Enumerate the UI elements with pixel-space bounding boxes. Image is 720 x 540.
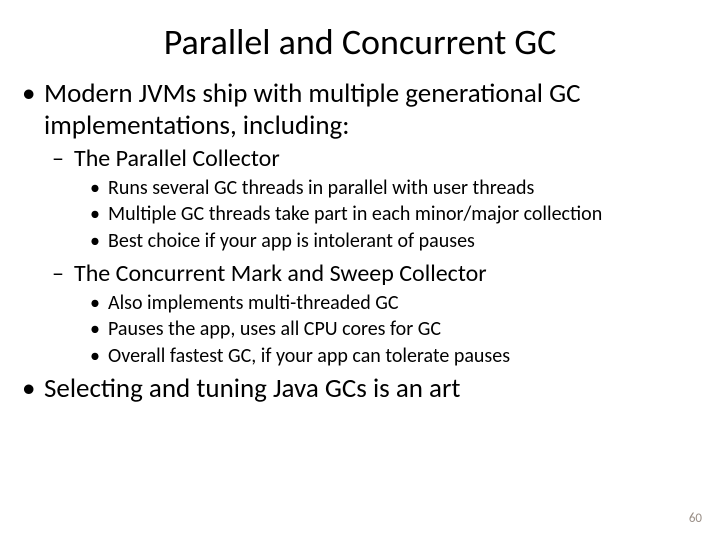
bullet-text: Best choice if your app is intolerant of… [108, 229, 475, 253]
bullet-lvl2: The Concurrent Mark and Sweep Collector … [74, 259, 700, 370]
bullet-text: The Parallel Collector [74, 144, 280, 173]
slide: Parallel and Concurrent GC Modern JVMs s… [0, 0, 720, 540]
bullet-text: The Concurrent Mark and Sweep Collector [74, 259, 487, 288]
bullet-subsublist: Runs several GC threads in parallel with… [74, 176, 700, 255]
bullet-text: Overall fastest GC, if your app can tole… [108, 344, 510, 368]
bullet-sublist: The Parallel Collector Runs several GC t… [44, 144, 700, 370]
bullet-lvl3: Overall fastest GC, if your app can tole… [108, 344, 700, 370]
bullet-lvl1: Selecting and tuning Java GCs is an art [44, 373, 700, 405]
slide-title: Parallel and Concurrent GC [0, 0, 720, 78]
bullet-lvl3: Multiple GC threads take part in each mi… [108, 202, 700, 228]
bullet-lvl1: Modern JVMs ship with multiple generatio… [44, 78, 700, 369]
bullet-lvl3: Pauses the app, uses all CPU cores for G… [108, 317, 700, 343]
bullet-list: Modern JVMs ship with multiple generatio… [0, 78, 720, 405]
bullet-subsublist: Also implements multi-threaded GC Pauses… [74, 291, 700, 370]
bullet-lvl2: The Parallel Collector Runs several GC t… [74, 144, 700, 255]
bullet-text: Multiple GC threads take part in each mi… [108, 202, 602, 226]
page-number: 60 [689, 511, 702, 526]
bullet-lvl3: Also implements multi-threaded GC [108, 291, 700, 317]
bullet-lvl3: Best choice if your app is intolerant of… [108, 229, 700, 255]
bullet-text: Runs several GC threads in parallel with… [108, 176, 534, 200]
bullet-text: Pauses the app, uses all CPU cores for G… [108, 317, 441, 341]
bullet-text: Also implements multi-threaded GC [108, 291, 399, 315]
bullet-lvl3: Runs several GC threads in parallel with… [108, 176, 700, 202]
bullet-text: Selecting and tuning Java GCs is an art [44, 372, 460, 405]
bullet-text: Modern JVMs ship with multiple generatio… [44, 77, 581, 142]
